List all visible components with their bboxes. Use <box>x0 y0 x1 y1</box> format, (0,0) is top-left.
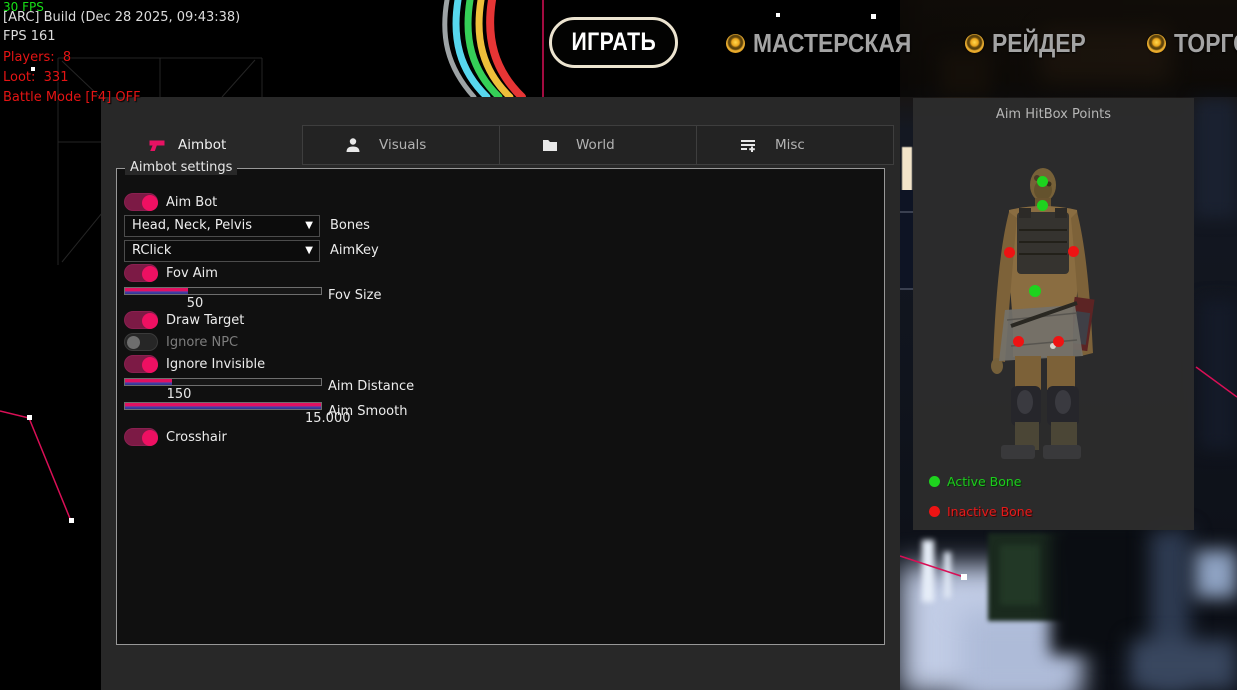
ignore-invisible-toggle[interactable] <box>124 355 158 373</box>
hud-build-info: [ARC] Build (Dec 28 2025, 09:43:38) <box>3 10 240 25</box>
tab-visuals[interactable]: Visuals <box>302 125 500 165</box>
menu-item-raider[interactable]: РЕЙДЕР <box>965 29 1099 57</box>
toggle-knob <box>142 266 158 282</box>
tab-label: Aimbot <box>178 137 226 153</box>
toggle-knob <box>127 336 140 349</box>
play-button[interactable]: ИГРАТЬ <box>549 17 678 68</box>
legend-label: Inactive Bone <box>947 504 1032 519</box>
ignore-invisible-label: Ignore Invisible <box>166 357 265 372</box>
tab-label: World <box>576 137 615 153</box>
coin-icon <box>1147 34 1166 53</box>
hitbox-point-head <box>1037 176 1048 187</box>
bones-dropdown-value: Head, Neck, Pelvis <box>132 218 252 233</box>
menu-item-label: ТОРГО <box>1174 28 1237 59</box>
hud-overlay: 30 FPS [ARC] Build (Dec 28 2025, 09:43:3… <box>3 0 20 120</box>
hitbox-point-right-thigh <box>1053 336 1064 347</box>
hud-battle-mode: Battle Mode [F4] OFF <box>3 90 141 105</box>
aim-smooth-slider[interactable] <box>124 402 322 410</box>
coin-icon <box>726 34 745 53</box>
slider-fill <box>125 288 188 294</box>
menu-item-label: РЕЙДЕР <box>992 28 1086 59</box>
bones-label: Bones <box>330 218 370 233</box>
draw-target-toggle[interactable] <box>124 311 158 329</box>
chevron-down-icon: ▼ <box>305 221 313 231</box>
aimkey-dropdown-value: RClick <box>132 243 171 258</box>
folder-icon <box>542 138 558 152</box>
toggle-knob <box>142 195 158 211</box>
aim-distance-slider[interactable] <box>124 378 322 386</box>
fov-size-slider[interactable] <box>124 287 322 295</box>
fov-aim-label: Fov Aim <box>166 266 218 281</box>
game-screen: 30 FPS [ARC] Build (Dec 28 2025, 09:43:3… <box>0 0 1237 690</box>
aim-bot-label: Aim Bot <box>166 195 217 210</box>
aim-hitbox-title: Aim HitBox Points <box>913 107 1194 122</box>
tab-world[interactable]: World <box>499 125 697 165</box>
playlist-add-icon <box>739 137 757 153</box>
tab-aimbot[interactable]: Aimbot <box>148 125 226 165</box>
hud-fps: FPS 161 <box>3 29 56 44</box>
fov-size-label: Fov Size <box>328 288 381 303</box>
legend-active-bone: Active Bone <box>929 474 1021 489</box>
draw-target-label: Draw Target <box>166 313 244 328</box>
hitbox-point-left-thigh <box>1013 336 1024 347</box>
hitbox-point-pelvis <box>1029 285 1041 297</box>
inactive-bone-dot-icon <box>929 506 940 517</box>
menu-item-workshop[interactable]: МАСТЕРСКАЯ <box>726 29 933 57</box>
tab-label: Visuals <box>379 137 426 153</box>
menu-item-label: МАСТЕРСКАЯ <box>753 28 911 59</box>
toggle-knob <box>142 430 158 446</box>
fov-aim-toggle[interactable] <box>124 264 158 282</box>
tab-misc[interactable]: Misc <box>696 125 894 165</box>
menu-item-trade[interactable]: ТОРГО <box>1147 29 1237 57</box>
aim-bot-toggle[interactable] <box>124 193 158 211</box>
esp-marker-dot <box>69 518 74 523</box>
player-model <box>925 160 1185 460</box>
toggle-knob <box>142 313 158 329</box>
hud-loot: Loot: 331 <box>3 70 68 85</box>
aimkey-label: AimKey <box>330 243 379 258</box>
slider-fill <box>125 403 321 409</box>
esp-marker-dot <box>776 13 780 17</box>
esp-marker-dot <box>961 574 967 580</box>
bones-dropdown[interactable]: Head, Neck, Pelvis ▼ <box>124 215 320 237</box>
esp-marker-dot <box>27 415 32 420</box>
aimbot-settings-title: Aimbot settings <box>125 160 237 175</box>
pistol-icon <box>148 138 166 153</box>
legend-label: Active Bone <box>947 474 1021 489</box>
hitbox-point-neck <box>1037 200 1048 211</box>
crosshair-label: Crosshair <box>166 430 227 445</box>
legend-inactive-bone: Inactive Bone <box>929 504 1032 519</box>
coin-icon <box>965 34 984 53</box>
slider-fill <box>125 379 172 385</box>
active-bone-dot-icon <box>929 476 940 487</box>
play-button-label: ИГРАТЬ <box>571 28 656 57</box>
tab-label: Misc <box>775 137 805 153</box>
ignore-npc-toggle[interactable] <box>124 333 158 351</box>
aimkey-dropdown[interactable]: RClick ▼ <box>124 240 320 262</box>
crosshair-toggle[interactable] <box>124 428 158 446</box>
person-icon <box>345 137 361 153</box>
hitbox-point-left-shoulder <box>1004 247 1015 258</box>
toggle-knob <box>142 357 158 373</box>
ignore-npc-label: Ignore NPC <box>166 335 238 350</box>
aim-distance-label: Aim Distance <box>328 379 414 394</box>
hud-players: Players: 8 <box>3 50 71 65</box>
aim-distance-value: 150 <box>157 387 201 402</box>
chevron-down-icon: ▼ <box>305 246 313 256</box>
aim-smooth-label: Aim Smooth <box>328 404 407 419</box>
hitbox-point-right-shoulder <box>1068 246 1079 257</box>
esp-marker-dot <box>871 14 876 19</box>
fov-size-value: 50 <box>173 296 217 311</box>
